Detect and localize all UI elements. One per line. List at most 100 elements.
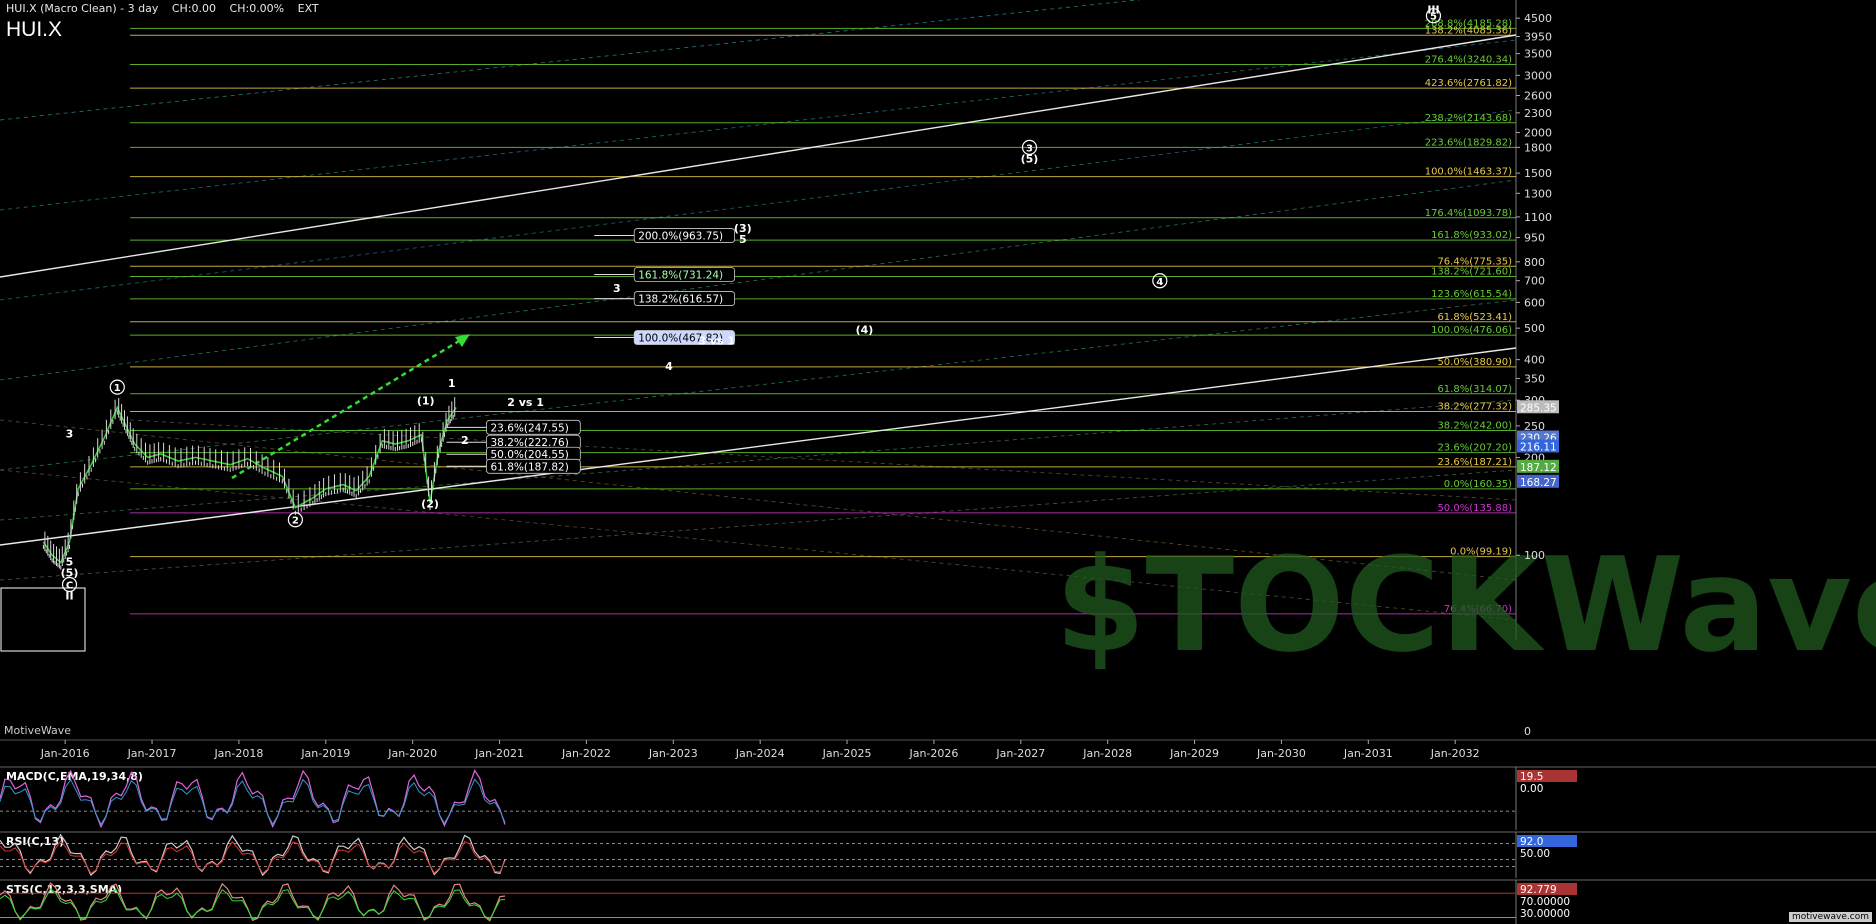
- y-tick-label-11: 950: [1524, 232, 1545, 245]
- wave-label-18: 3: [66, 428, 74, 441]
- chart-header: HUI.X (Macro Clean) - 3 day CH:0.00 CH:0…: [6, 2, 329, 15]
- fib-label-14: 50.0%(380.90): [1437, 357, 1512, 368]
- wave-label-13: 2 vs 1: [507, 396, 544, 409]
- price-tag-label-4: 168.27: [1520, 477, 1557, 489]
- wave-label-17: 2: [292, 516, 299, 527]
- y-tick-label-8: 1500: [1524, 167, 1552, 180]
- y-tick-label-9: 1300: [1524, 187, 1552, 200]
- fib-label-2: 276.4%(3240.34): [1425, 54, 1512, 65]
- fib-label-7: 176.4%(1093.78): [1425, 208, 1512, 219]
- sts-value-1: 70.00000: [1520, 896, 1570, 908]
- y-tick-label-0: 4500: [1524, 12, 1552, 25]
- x-tick-label-8: Jan-2024: [735, 747, 785, 760]
- wave-label-22: II: [65, 590, 73, 603]
- fib-label-19: 23.6%(187.21): [1437, 457, 1512, 468]
- fib-label-1: 138.2%(4085.36): [1425, 25, 1512, 36]
- x-tick-label-7: Jan-2023: [648, 747, 698, 760]
- y-tick-label-21: 100: [1524, 549, 1545, 562]
- x-tick-label-15: Jan-2031: [1343, 747, 1393, 760]
- y-tick-label-4: 2600: [1524, 90, 1552, 103]
- macd-value-1: 0.00: [1520, 783, 1543, 795]
- x-tick-label-11: Jan-2027: [995, 747, 1045, 760]
- wave-label-16: 1: [114, 383, 121, 394]
- y-tick-label-17: 350: [1524, 372, 1545, 385]
- y-tick-label-zero: 0: [1524, 725, 1531, 738]
- x-tick-label-10: Jan-2026: [908, 747, 958, 760]
- fib-label-8: 161.8%(933.02): [1431, 230, 1512, 241]
- x-tick-label-4: Jan-2020: [387, 747, 437, 760]
- fib-label-21: 50.0%(135.88): [1437, 503, 1512, 514]
- wave-label-15: (2): [421, 498, 439, 511]
- target-label-7: 61.8%(187.82): [491, 461, 569, 473]
- y-tick-label-1: 3950: [1524, 31, 1552, 44]
- x-tick-label-0: Jan-2016: [40, 747, 90, 760]
- x-tick-label-14: Jan-2030: [1256, 747, 1306, 760]
- symbol-label: HUI.X: [6, 18, 63, 41]
- y-tick-label-10: 1100: [1524, 211, 1552, 224]
- fib-label-10: 138.2%(721.60): [1431, 266, 1512, 277]
- wave-label-7: 4: [1156, 277, 1163, 288]
- motivewave-brand: MotiveWave: [4, 724, 72, 737]
- y-tick-label-13: 700: [1524, 275, 1545, 288]
- fib-label-6: 100.0%(1463.37): [1425, 167, 1512, 178]
- price-chart[interactable]: 288.8%(4185.28)138.2%(4085.36)276.4%(324…: [0, 0, 1876, 924]
- y-tick-label-3: 3000: [1524, 69, 1552, 82]
- x-tick-label-6: Jan-2022: [561, 747, 611, 760]
- price-tag-label-0: 285.35: [1520, 402, 1557, 414]
- wave-label-10: 4: [665, 360, 673, 373]
- x-tick-label-5: Jan-2021: [474, 747, 524, 760]
- fib-label-17: 38.2%(242.00): [1437, 421, 1512, 432]
- wave-label-6: 3: [613, 282, 621, 295]
- x-tick-label-2: Jan-2018: [213, 747, 263, 760]
- wave-label-1: 5: [1430, 12, 1437, 23]
- y-tick-label-6: 2000: [1524, 127, 1552, 140]
- change-percent: CH:0.00%: [229, 2, 285, 15]
- y-tick-label-12: 800: [1524, 256, 1545, 269]
- target-label-1: 161.8%(731.24): [638, 270, 723, 282]
- y-tick-label-16: 400: [1524, 354, 1545, 367]
- price-tag-label-2: 216.11: [1520, 441, 1557, 453]
- wave-label-14: 2: [461, 434, 469, 447]
- wave-label-12: (1): [417, 395, 435, 408]
- y-tick-label-7: 1800: [1524, 141, 1552, 154]
- wave-label-8: (4): [856, 323, 874, 336]
- x-tick-label-1: Jan-2017: [127, 747, 177, 760]
- fib-label-5: 223.6%(1829.82): [1425, 137, 1512, 148]
- chart-title: HUI.X (Macro Clean) - 3 day: [6, 2, 159, 15]
- target-label-0: 200.0%(963.75): [638, 231, 723, 243]
- fib-label-12: 61.8%(523.41): [1437, 312, 1512, 323]
- sts-name: STS(C,12,3,3,SMA): [6, 883, 122, 896]
- sts-value-2: 30.00000: [1520, 908, 1570, 920]
- x-tick-label-16: Jan-2032: [1430, 747, 1480, 760]
- x-tick-label-9: Jan-2025: [822, 747, 872, 760]
- wave-label-11: 1: [448, 377, 456, 390]
- y-tick-label-5: 2300: [1524, 107, 1552, 120]
- change-value: CH:0.00: [171, 2, 217, 15]
- fib-label-13: 100.0%(476.06): [1431, 325, 1512, 336]
- fib-label-3: 423.6%(2761.82): [1425, 78, 1512, 89]
- x-tick-label-13: Jan-2029: [1169, 747, 1219, 760]
- y-tick-label-2: 3500: [1524, 48, 1552, 61]
- sts-value-0: 92.779: [1520, 884, 1557, 896]
- y-tick-label-15: 500: [1524, 322, 1545, 335]
- fib-label-16: 38.2%(277.32): [1437, 401, 1512, 412]
- ext-label: EXT: [297, 2, 319, 15]
- watermark-logo: $TOCKWaves: [1055, 529, 1876, 681]
- footer-brand[interactable]: motivewave.com: [1789, 912, 1872, 922]
- target-label-4: 23.6%(247.55): [491, 422, 569, 434]
- x-tick-label-3: Jan-2019: [300, 747, 350, 760]
- fib-label-4: 238.2%(2143.68): [1425, 113, 1512, 124]
- fib-label-15: 61.8%(314.07): [1437, 384, 1512, 395]
- rsi-value-0: 92.0: [1520, 836, 1543, 848]
- fib-label-11: 123.6%(615.54): [1431, 289, 1512, 300]
- x-tick-label-12: Jan-2028: [1082, 747, 1132, 760]
- target-label-2: 138.2%(616.57): [638, 294, 723, 306]
- fib-label-20: 0.0%(160.35): [1444, 479, 1512, 490]
- wave-label-5: 5: [739, 233, 747, 246]
- wave-label-9: 3 vs 1: [698, 335, 735, 348]
- wave-label-3: (5): [1021, 152, 1039, 165]
- macd-value-0: 19.5: [1520, 771, 1543, 783]
- chart-background: [0, 0, 1876, 924]
- y-tick-label-14: 600: [1524, 296, 1545, 309]
- price-tag-label-3: 187.12: [1520, 462, 1557, 474]
